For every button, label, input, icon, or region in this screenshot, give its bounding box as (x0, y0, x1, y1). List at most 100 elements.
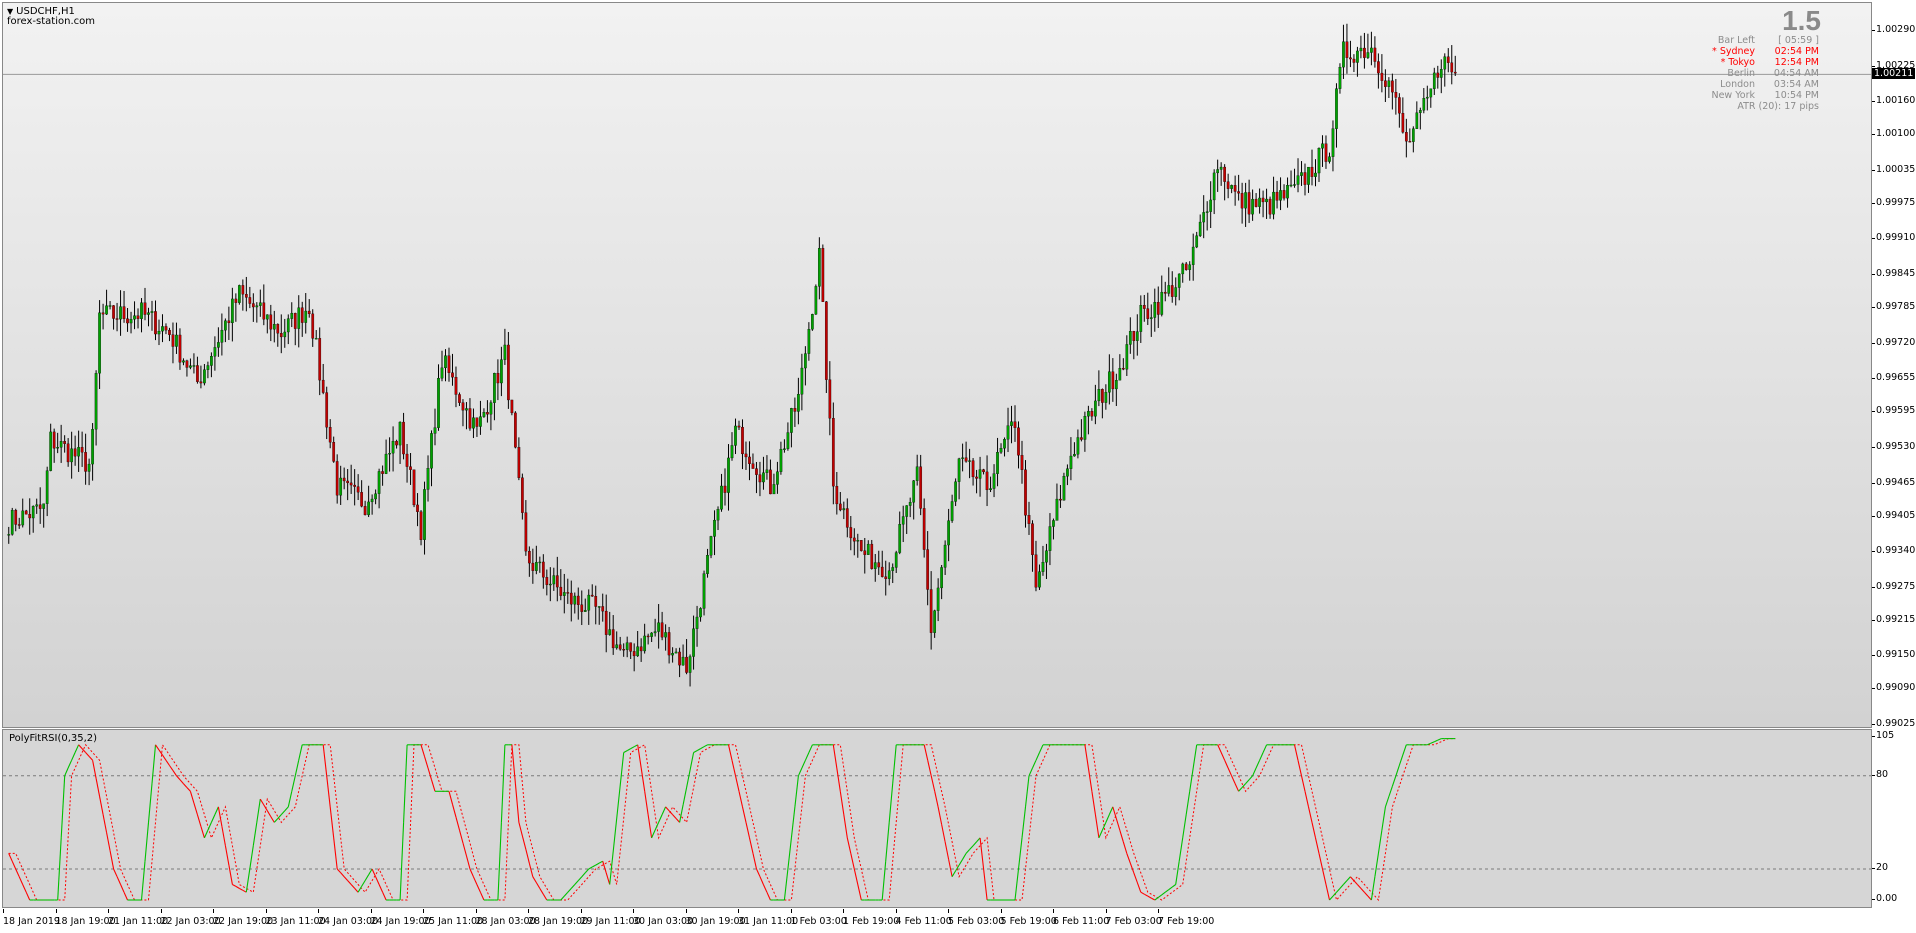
candle-body (293, 312, 297, 329)
rsi-segment (1259, 752, 1264, 761)
candle-body (395, 440, 398, 446)
rsi-segment (371, 868, 377, 877)
candle-body (1453, 71, 1457, 74)
rsi-segment (637, 744, 642, 769)
candle-body (534, 562, 538, 571)
candle-body (374, 493, 377, 500)
candle-body (954, 481, 957, 502)
candle-body (1066, 468, 1069, 477)
candle-body (1034, 554, 1038, 588)
indicator-axis[interactable]: 105 80 20 0.00 (1871, 729, 1916, 908)
candle-body (1020, 455, 1024, 470)
candle-body (517, 447, 521, 478)
rsi-segment (1307, 806, 1313, 823)
info-value: 04:54 AM (1773, 68, 1819, 79)
rsi-segment (1245, 779, 1250, 784)
candle-body (1101, 389, 1104, 403)
rsi-segment (595, 862, 600, 866)
candle-body (38, 504, 42, 509)
candle-body (978, 469, 982, 479)
candle-body (17, 524, 21, 526)
rsi-segment (169, 765, 174, 771)
candle-body (769, 469, 772, 495)
candle-body (321, 379, 325, 393)
candle-body (1366, 52, 1370, 58)
candle-body (1247, 192, 1251, 215)
candle-body (108, 305, 112, 307)
candle-body (1377, 61, 1380, 74)
candle-body (328, 427, 332, 443)
candle-body (793, 408, 797, 412)
candle-body (1352, 58, 1356, 63)
candle-body (1128, 330, 1132, 345)
candle-body (692, 628, 695, 657)
rsi-segment (944, 841, 950, 860)
candle-body (433, 427, 437, 434)
candle-body (695, 616, 699, 629)
rsi-segment (1349, 876, 1355, 881)
candle-body (604, 610, 608, 635)
rsi-segment (888, 783, 894, 823)
time-tick-label: 1 Feb 19:00 (843, 909, 900, 927)
rsi-segment (591, 864, 596, 868)
indicator-pane[interactable]: PolyFitRSI(0,35,2) (2, 729, 1872, 908)
candle-body (1314, 172, 1317, 177)
candle-body (1083, 416, 1087, 440)
time-tick-label: 30 Jan 19:00 (685, 909, 746, 927)
candle-body (898, 524, 902, 553)
candle-body (105, 305, 108, 315)
price-tick-label: 0.99655 (1871, 372, 1916, 384)
rsi-segment (99, 796, 104, 815)
rsi-segment (329, 806, 335, 838)
price-tick-label: 0.99465 (1871, 476, 1916, 488)
dropdown-triangle-icon[interactable]: ▼ (7, 7, 13, 16)
rsi-segment (1227, 767, 1233, 777)
info-label: Bar Left (1717, 35, 1755, 46)
candle-body (531, 562, 535, 571)
info-row: * Tokyo 12:54 PM (1699, 57, 1819, 68)
time-tick-label: 31 Jan 11:00 (738, 909, 799, 927)
candle-body (1268, 198, 1272, 215)
rsi-segment (1234, 783, 1240, 792)
rsi-segment (1164, 889, 1170, 893)
time-tick-label: 22 Jan 03:00 (160, 909, 221, 927)
candle-body (744, 453, 748, 458)
rsi-segment (294, 760, 300, 776)
candle-body (1363, 47, 1366, 58)
price-axis[interactable]: 1.00290 1.00225 1.00160 1.00100 1.00035 0.999… (1871, 2, 1916, 729)
candle-body (1429, 88, 1433, 98)
candle-body (762, 472, 765, 483)
candle-body (1436, 72, 1440, 78)
candle-body (831, 418, 835, 487)
candle-body (384, 453, 388, 474)
candle-body (873, 562, 877, 569)
price-chart-pane[interactable]: ▼ USDCHF,H1 forex-station.com 1.5 Bar Lef… (2, 2, 1872, 728)
candle-body (1121, 368, 1125, 370)
candle-body (80, 447, 84, 453)
rsi-segment (1360, 888, 1365, 893)
rsi-segment (60, 775, 66, 838)
candle-body (992, 473, 996, 489)
candle-body (1310, 166, 1314, 177)
candle-body (45, 470, 49, 504)
candle-body (1177, 273, 1181, 288)
rsi-segment (1388, 786, 1393, 797)
candle-body (1024, 469, 1027, 516)
candle-body (643, 635, 647, 652)
candle-body (1324, 143, 1328, 162)
time-axis[interactable]: 18 Jan 2019 18 Jan 19:00 21 Jan 11:00 22 Ja… (2, 908, 1872, 933)
candle-body (786, 432, 790, 449)
rsi-segment (682, 787, 688, 806)
rsi-segment (665, 806, 670, 812)
rsi-segment (399, 822, 405, 901)
candle-body (1069, 455, 1073, 469)
rsi-segment (71, 752, 76, 761)
candle-body (444, 355, 447, 369)
rsi-segment (497, 822, 502, 901)
rsi-segment (1122, 841, 1128, 854)
candle-body (849, 527, 853, 539)
candle-body (115, 318, 119, 320)
rsi-segment (832, 744, 838, 769)
candle-body (1394, 91, 1398, 98)
rsi-segment (25, 891, 31, 901)
